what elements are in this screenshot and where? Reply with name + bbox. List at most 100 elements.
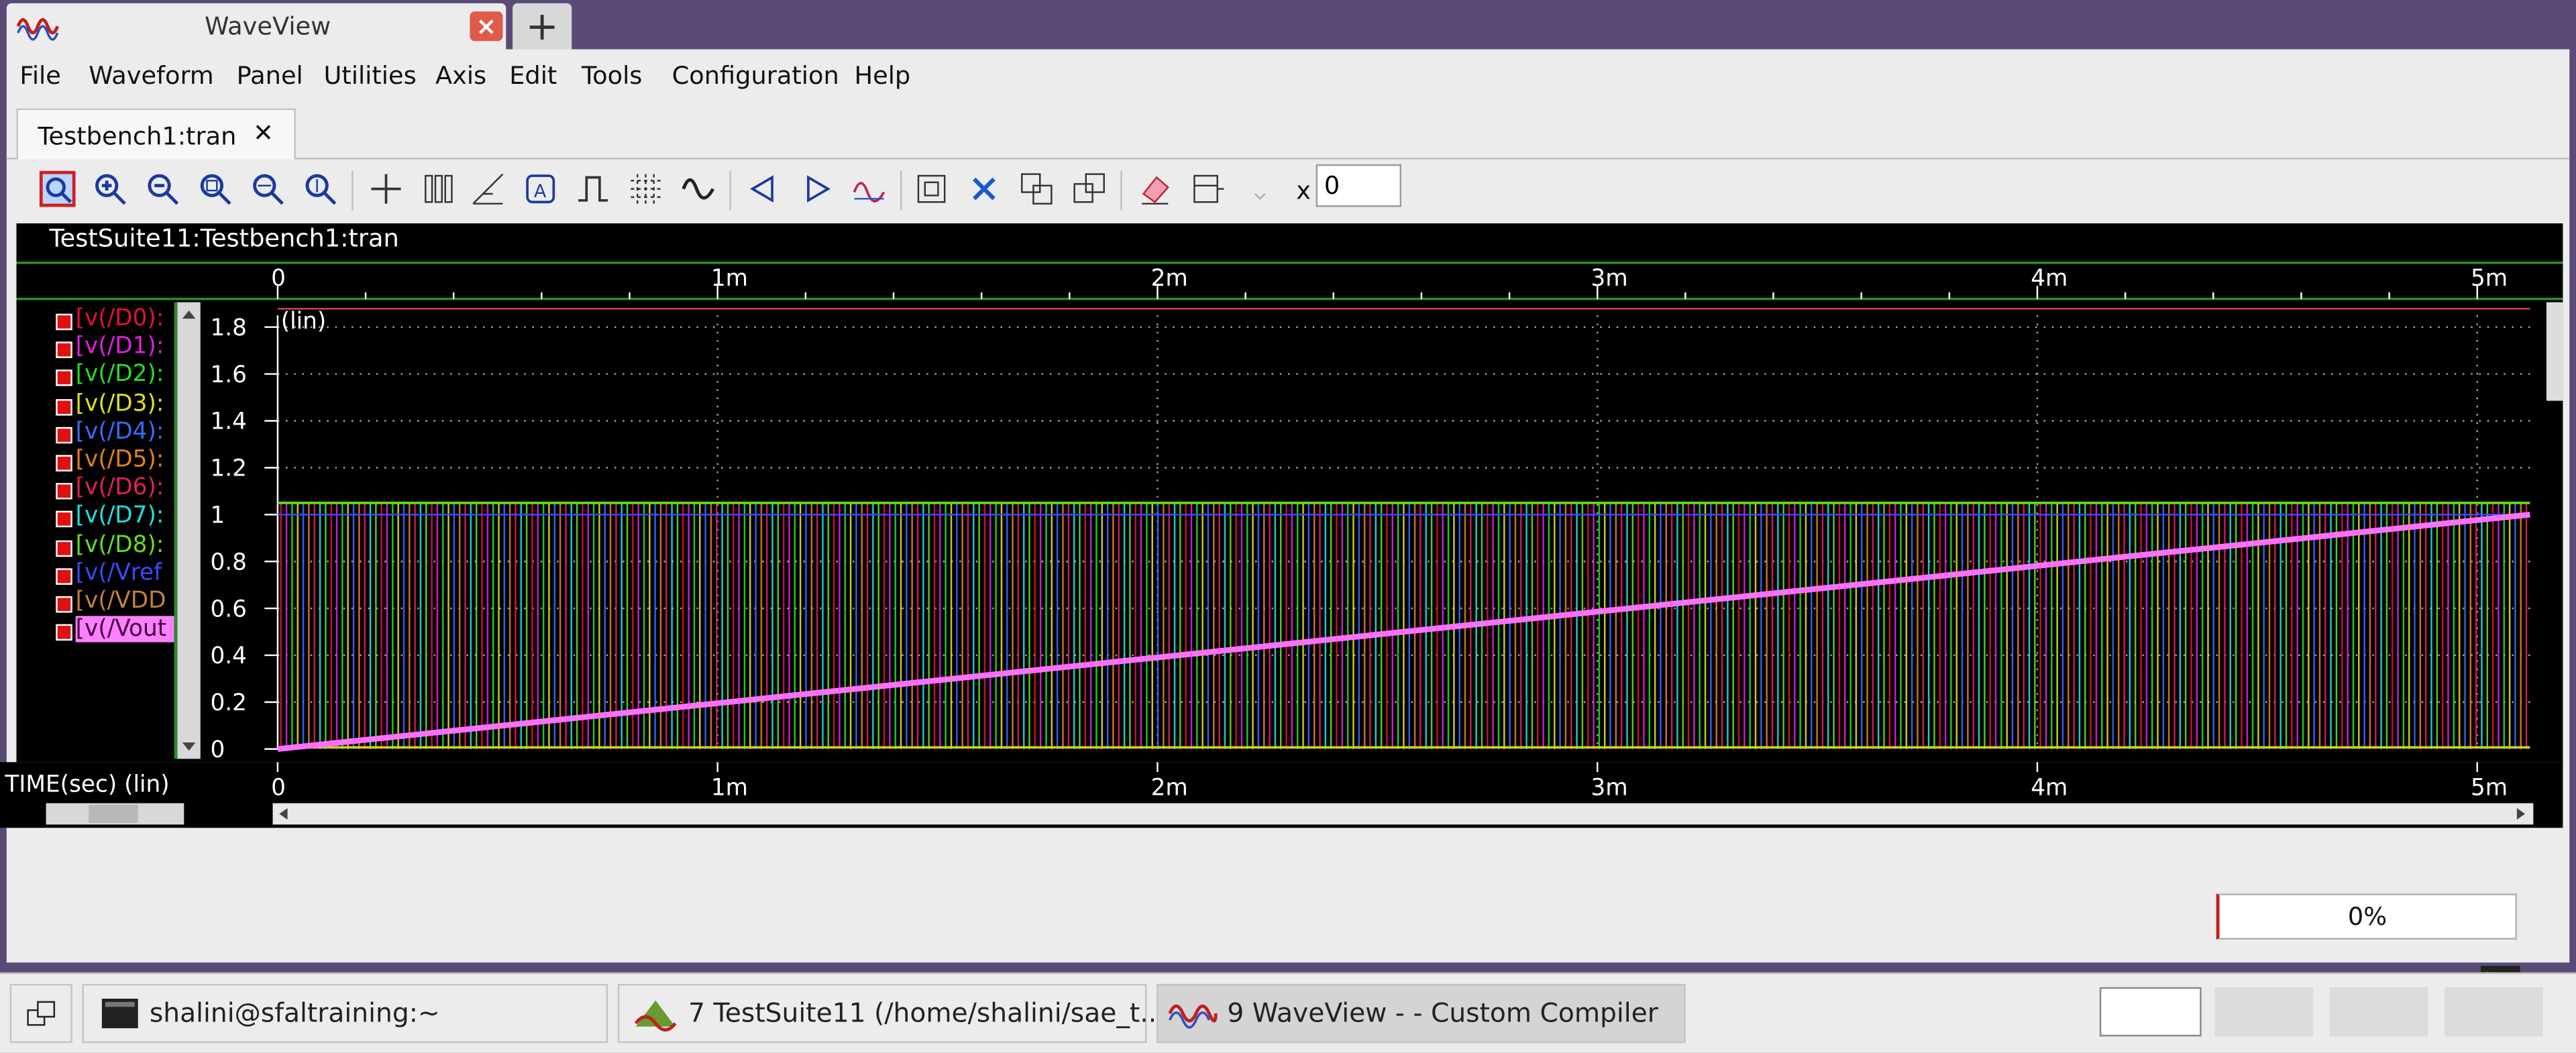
signal-visibility-icon[interactable] <box>56 483 72 500</box>
scroll-right-icon[interactable] <box>2514 806 2528 821</box>
time-hscrollbar[interactable] <box>272 803 2534 825</box>
menu-configuration[interactable]: Configuration <box>672 61 839 91</box>
signal-visibility-icon[interactable] <box>56 427 72 443</box>
dropdown-arrow-icon[interactable] <box>1242 171 1278 207</box>
toolbar-separator <box>1120 170 1122 211</box>
toolbar-separator <box>900 170 902 211</box>
scroll-left-icon[interactable] <box>276 806 290 821</box>
copy-panel-icon[interactable] <box>1018 171 1055 207</box>
zoom-out-icon[interactable] <box>145 171 181 207</box>
menu-axis[interactable]: Axis <box>435 61 486 91</box>
x-tick-label: 5m <box>2471 265 2508 292</box>
window-tab[interactable]: WaveView × <box>6 3 506 50</box>
svg-text:A: A <box>534 181 547 202</box>
time-tick-label: 0 <box>271 774 286 801</box>
close-window-icon[interactable]: × <box>470 11 503 42</box>
signal-visibility-icon[interactable] <box>56 313 72 331</box>
y-tick-label: 1.6 <box>210 362 247 388</box>
signal-label: [v(/D5): <box>75 447 164 474</box>
scroll-down-icon[interactable] <box>180 739 197 755</box>
time-axis-label: TIME(sec) (lin) <box>5 772 170 799</box>
waveform-style-icon[interactable] <box>680 171 716 207</box>
signal-visibility-icon[interactable] <box>56 370 72 387</box>
zoom-box-icon[interactable] <box>197 171 233 207</box>
scroll-up-icon[interactable] <box>180 306 197 322</box>
pulse-measure-icon[interactable] <box>575 171 611 207</box>
zoom-y-icon[interactable] <box>303 171 339 207</box>
y-tick-label: 1.8 <box>210 315 247 341</box>
menu-file[interactable]: File <box>19 61 60 91</box>
y-tick-label: 1.2 <box>210 455 247 482</box>
slope-measure-icon[interactable] <box>470 171 506 207</box>
workspace-1[interactable] <box>2099 987 2202 1037</box>
time-tick-label: 4m <box>2031 774 2068 801</box>
workspace-2[interactable] <box>2214 987 2314 1037</box>
progress-indicator: 0% <box>2216 893 2517 940</box>
time-tick-label: 5m <box>2471 774 2508 801</box>
y-scale-label: (lin) <box>281 308 327 335</box>
grid-toggle-icon[interactable] <box>628 171 664 207</box>
waveform-plot[interactable]: 0 1m 2m 3m 4m 5m 1.8 1.6 1.4 1.2 1 0.8 0.6 0.4 0.2 0 (li… <box>16 223 2563 762</box>
taskbar-item-terminal[interactable]: shalini@sfaltraining:~ <box>82 983 608 1044</box>
y-tick-label: 0.6 <box>210 596 247 622</box>
signal-visibility-icon[interactable] <box>56 596 72 613</box>
annotation-icon[interactable]: A <box>523 171 559 207</box>
taskbar-item-label: 9 WaveView - - Custom Compiler <box>1227 997 1658 1029</box>
previous-marker-icon[interactable] <box>746 171 782 207</box>
taskbar-item-testsuite[interactable]: 7 TestSuite11 (/home/shalini/sae_t... <box>617 983 1165 1044</box>
new-tab-button[interactable]: + <box>513 3 572 50</box>
taskbar-item-label: 7 TestSuite11 (/home/shalini/sae_t... <box>688 997 1165 1029</box>
y-tick-label: 0 <box>210 736 225 762</box>
waveform-panel[interactable]: TestSuite11:Testbench1:tran 0 1m 2m 3m 4m 5m 1… <box>16 223 2563 763</box>
panel-fit-icon[interactable] <box>914 171 950 207</box>
menu-bar: File Waveform Panel Utilities Axis Edit … <box>7 49 2569 101</box>
crosshair-cursor-icon[interactable] <box>368 171 405 207</box>
zoom-x-icon[interactable] <box>250 171 286 207</box>
menu-tools[interactable]: Tools <box>582 61 642 91</box>
tab-testbench1-tran[interactable]: Testbench1:tran ✕ <box>16 108 296 160</box>
taskbar-item-waveview[interactable]: 9 WaveView - - Custom Compiler <box>1157 983 1686 1044</box>
menu-edit[interactable]: Edit <box>509 61 557 91</box>
tab-close-icon[interactable]: ✕ <box>253 118 274 148</box>
signal-visibility-icon[interactable] <box>56 511 72 529</box>
x-coordinate-input[interactable] <box>1316 164 1401 207</box>
y-tick-label: 0.4 <box>210 643 247 669</box>
clear-waveform-icon[interactable] <box>851 171 888 207</box>
signal-label: [v(/D8): <box>75 531 164 558</box>
next-marker-icon[interactable] <box>798 171 835 207</box>
zoom-in-icon[interactable] <box>92 171 128 207</box>
panel-side-tools[interactable] <box>2546 302 2563 401</box>
signal-visibility-icon[interactable] <box>56 398 72 415</box>
x-tick-label: 2m <box>1151 265 1188 292</box>
panel-layout-icon[interactable] <box>1189 171 1226 207</box>
signal-visibility-icon[interactable] <box>56 567 72 585</box>
workspace-3[interactable] <box>2329 987 2428 1037</box>
toolbar-separator <box>729 170 731 211</box>
scroll-thumb[interactable] <box>89 805 138 823</box>
workspace-4[interactable] <box>2445 987 2544 1037</box>
menu-panel[interactable]: Panel <box>237 61 303 91</box>
delete-icon[interactable] <box>966 171 1002 207</box>
signal-label: [v(/D6): <box>75 475 164 502</box>
split-panel-icon[interactable] <box>1071 171 1108 207</box>
zoom-fit-icon[interactable] <box>39 170 76 207</box>
legend-hscrollbar[interactable] <box>46 803 184 825</box>
document-tabs: Testbench1:tran ✕ <box>6 102 2570 160</box>
eraser-icon[interactable] <box>1137 171 1173 207</box>
signal-label: [v(/D2): <box>75 362 164 388</box>
title-bar: WaveView × + <box>0 0 2576 53</box>
toolbar-separator <box>352 170 354 211</box>
signal-label: [v(/D1): <box>75 333 164 360</box>
show-desktop-button[interactable] <box>9 983 72 1044</box>
signal-label: [v(/D3): <box>75 390 164 417</box>
signal-visibility-icon[interactable] <box>56 539 72 557</box>
menu-help[interactable]: Help <box>854 61 910 91</box>
signal-visibility-icon[interactable] <box>56 624 72 641</box>
menu-waveform[interactable]: Waveform <box>89 61 214 91</box>
signal-visibility-icon[interactable] <box>56 455 72 472</box>
menu-utilities[interactable]: Utilities <box>323 61 416 91</box>
signal-visibility-icon[interactable] <box>56 341 72 359</box>
vertical-scrollbar[interactable] <box>177 302 201 759</box>
taskbar: shalini@sfaltraining:~ 7 TestSuite11 (/h… <box>0 972 2576 1053</box>
vertical-markers-icon[interactable] <box>421 171 457 207</box>
